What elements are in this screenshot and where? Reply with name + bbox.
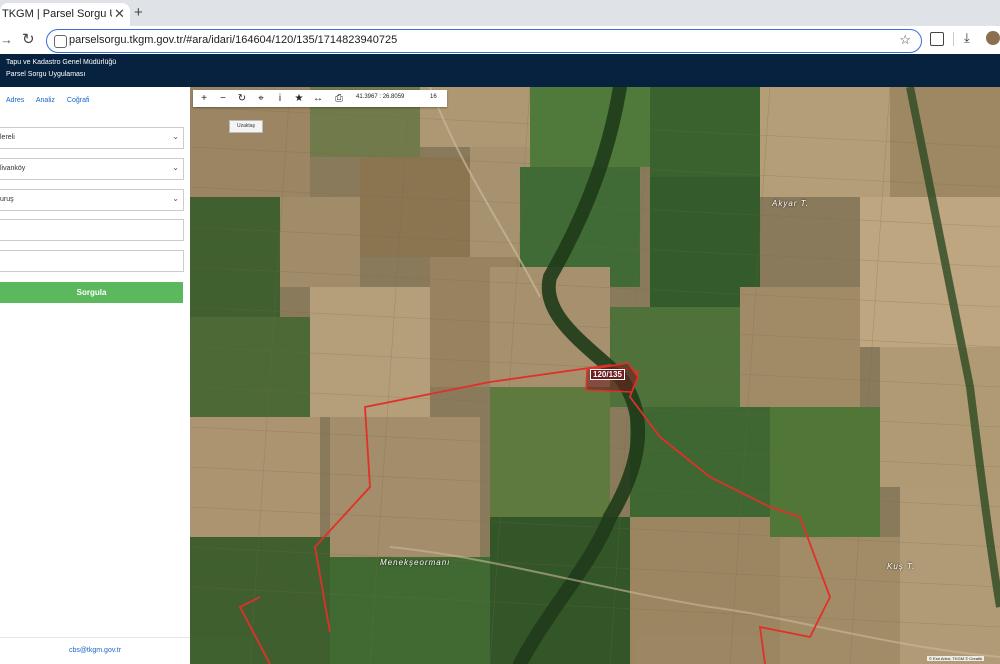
parcel-label[interactable]: 120/135 xyxy=(590,369,625,380)
province-value: lereli xyxy=(0,134,15,141)
coordinate-readout: 41.3967 : 26.8059 xyxy=(356,94,405,100)
new-tab-icon[interactable]: + xyxy=(134,4,143,21)
zoom-level: 16 xyxy=(430,94,437,100)
measure-icon[interactable]: ↔ xyxy=(309,91,327,106)
neighborhood-value: uruş xyxy=(0,196,14,203)
app-header: Tapu ve Kadastro Genel Müdürlüğü Parsel … xyxy=(0,54,1000,87)
reload-icon[interactable]: ↻ xyxy=(22,30,35,48)
footer-divider xyxy=(0,637,190,638)
place-label-menekseormani: Menekşeormanı xyxy=(380,558,451,567)
tab-title: TKGM | Parsel Sorgu Uygulam xyxy=(2,8,112,20)
chevron-down-icon: ⌄ xyxy=(172,194,179,203)
chevron-down-icon: ⌄ xyxy=(172,132,179,141)
zoom-out-icon[interactable]: − xyxy=(214,91,232,106)
profile-avatar[interactable] xyxy=(986,31,1000,45)
refresh-icon[interactable]: ↻ xyxy=(233,91,251,106)
province-select[interactable]: lereli ⌄ xyxy=(0,127,184,149)
zoom-in-icon[interactable]: + xyxy=(195,91,213,106)
bookmark-icon[interactable]: ★ xyxy=(290,91,308,106)
site-info-icon[interactable] xyxy=(54,35,67,48)
active-tab[interactable]: TKGM | Parsel Sorgu Uygulam ✕ xyxy=(0,3,130,26)
locate-icon[interactable]: ⌖ xyxy=(252,91,270,106)
neighborhood-select[interactable]: uruş ⌄ xyxy=(0,189,184,211)
district-value: livanköy xyxy=(0,165,26,172)
menu-analiz[interactable]: Analiz xyxy=(36,97,55,104)
app-name: Parsel Sorgu Uygulaması xyxy=(6,71,86,78)
toolbar-divider xyxy=(953,32,954,46)
sidebar-menu: Adres Analiz Coğrafi xyxy=(6,97,99,104)
organization-name: Tapu ve Kadastro Genel Müdürlüğü xyxy=(6,59,117,66)
bookmark-star-icon[interactable]: ☆ xyxy=(899,32,911,48)
district-select[interactable]: livanköy ⌄ xyxy=(0,158,184,180)
browser-toolbar: → ↻ parselsorgu.tkgm.gov.tr/#ara/idari/1… xyxy=(0,26,1000,55)
info-icon[interactable]: i xyxy=(271,91,289,106)
menu-adres[interactable]: Adres xyxy=(6,97,24,104)
place-label-akyar: Akyar T. xyxy=(772,199,810,208)
print-icon[interactable]: ⎙ xyxy=(330,91,348,106)
block-input[interactable] xyxy=(0,219,184,241)
close-tab-icon[interactable]: ✕ xyxy=(114,6,125,22)
menu-cografi[interactable]: Coğrafi xyxy=(67,97,90,104)
basemap-toggle-button[interactable]: Uzaktaş xyxy=(229,120,263,133)
sidebar: Adres Analiz Coğrafi lereli ⌄ livanköy ⌄… xyxy=(0,87,191,664)
map-attribution[interactable]: © Esri Arbor, TKGM © Creatik xyxy=(927,656,984,661)
extensions-icon[interactable] xyxy=(930,32,944,46)
tab-strip: TKGM | Parsel Sorgu Uygulam ✕ + xyxy=(0,0,1000,26)
place-label-kus: Kuş T. xyxy=(887,562,916,571)
url-text[interactable]: parselsorgu.tkgm.gov.tr/#ara/idari/16460… xyxy=(69,34,397,46)
download-icon[interactable]: ⤓ xyxy=(964,30,970,46)
map-toolbar: + − ↻ ⌖ i ★ ↔ ⎙ 41.3967 : 26.8059 16 xyxy=(193,90,447,107)
address-bar[interactable]: parselsorgu.tkgm.gov.tr/#ara/idari/16460… xyxy=(46,29,922,53)
query-button[interactable]: Sorgula xyxy=(0,282,183,303)
parcel-input[interactable] xyxy=(0,250,184,272)
chevron-down-icon: ⌄ xyxy=(172,163,179,172)
forward-icon[interactable]: → xyxy=(0,32,13,47)
footer-email-link[interactable]: cbs@tkgm.gov.tr xyxy=(0,647,190,654)
